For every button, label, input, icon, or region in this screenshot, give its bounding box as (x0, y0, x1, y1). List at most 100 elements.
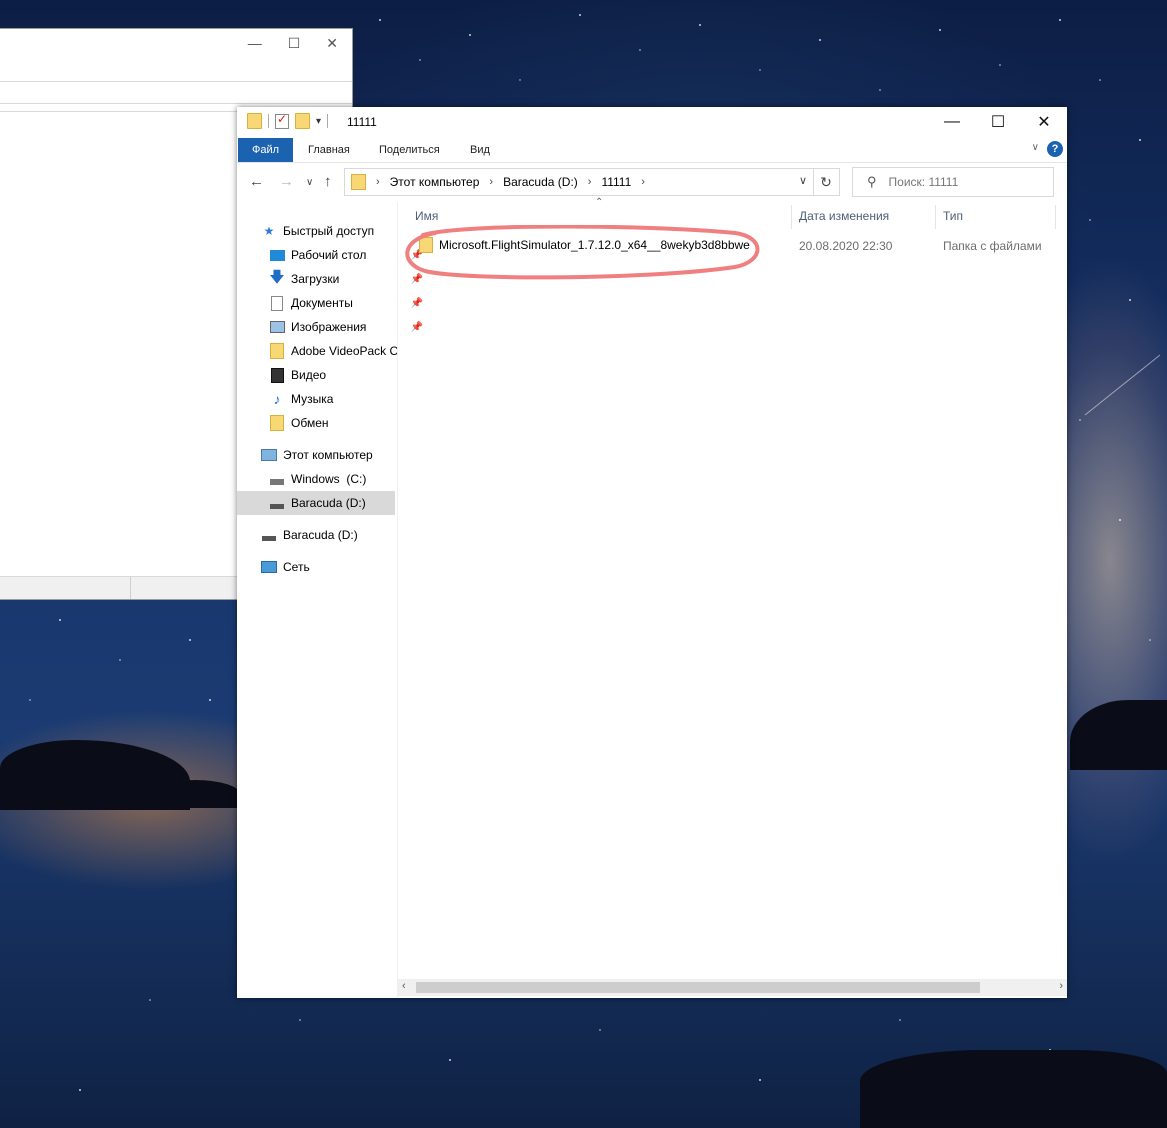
folder-icon (269, 343, 285, 359)
tab-share[interactable]: Поделиться (379, 138, 440, 162)
network-icon (261, 559, 277, 575)
chevron-right-icon[interactable]: › (376, 176, 380, 188)
up-arrow-icon[interactable]: ↑ (324, 173, 332, 190)
sidebar-item-label: Этот компьютер (283, 448, 373, 462)
folder-icon (247, 113, 262, 129)
column-name[interactable]: Имя (415, 209, 438, 223)
sidebar-item-label: Сеть (283, 560, 310, 574)
rock-bottom (860, 1050, 1167, 1128)
chevron-right-icon[interactable]: › (588, 176, 592, 188)
sidebar-item-label: Изображения (291, 320, 367, 334)
search-input[interactable] (886, 174, 1041, 190)
highlight-annotation (405, 225, 760, 280)
breadcrumb-folder[interactable]: 11111 (601, 175, 631, 189)
scroll-left-icon[interactable]: ‹ (402, 980, 406, 992)
sidebar-item-label: Музыка (291, 392, 334, 406)
sidebar-item-drive-c[interactable]: Windows (C:) (237, 467, 427, 491)
scrollbar-thumb[interactable] (416, 982, 980, 993)
search-box[interactable]: ⚲ (852, 167, 1054, 197)
ribbon-tabs: Файл Главная Поделиться Вид ∨ ? (237, 138, 1067, 163)
column-separator[interactable] (935, 205, 936, 229)
file-type: Папка с файлами (943, 239, 1042, 253)
separator (327, 114, 329, 128)
file-explorer-window[interactable]: ▾ 11111 — ☐ ✕ Файл Главная Поделиться Ви… (237, 107, 1067, 998)
desktop-icon (269, 247, 285, 263)
help-icon[interactable]: ? (1047, 141, 1063, 157)
sidebar-item-label: Adobe VideoPack C (291, 344, 397, 358)
file-date: 20.08.2020 22:30 (799, 239, 893, 253)
title-bar[interactable]: ▾ 11111 — ☐ ✕ (237, 107, 1067, 137)
sidebar-item-network[interactable]: Сеть (237, 555, 419, 579)
sidebar-item-drive-d[interactable]: Baracuda (D:) (237, 491, 395, 515)
tab-home[interactable]: Главная (308, 138, 350, 162)
customize-toolbar-icon[interactable]: ▾ (316, 116, 321, 127)
sidebar-item-music[interactable]: ♪ Музыка (237, 387, 427, 411)
maximize-button[interactable]: ☐ (975, 107, 1021, 137)
sidebar-item-label: Документы (291, 296, 353, 310)
navigation-bar: ← → ∨ ↑ › Этот компьютер › Baracuda (D:)… (237, 167, 1067, 197)
video-icon (269, 367, 285, 383)
divider (0, 81, 352, 82)
sidebar-item-label: Baracuda (D:) (291, 496, 366, 510)
folder-icon (351, 174, 366, 190)
expand-ribbon-icon[interactable]: ∨ (1032, 142, 1039, 153)
sidebar-item-this-pc[interactable]: Этот компьютер (237, 443, 419, 467)
star-icon: ★ (263, 224, 275, 238)
column-date[interactable]: Дата изменения (799, 209, 889, 223)
sidebar-item-documents[interactable]: Документы 📌 (237, 291, 427, 315)
minimize-button[interactable]: — (929, 107, 975, 137)
breadcrumb-this-pc[interactable]: Этот компьютер (390, 175, 480, 189)
pane-divider[interactable] (397, 202, 398, 998)
sidebar-item-pictures[interactable]: Изображения 📌 (237, 315, 427, 339)
tab-file[interactable]: Файл (238, 138, 293, 162)
column-separator[interactable] (791, 205, 792, 229)
new-folder-icon[interactable] (295, 113, 310, 129)
sidebar-item-label: Обмен (291, 416, 329, 430)
sidebar-item-label: Видео (291, 368, 327, 382)
window-controls[interactable]: — ☐ ✕ (929, 107, 1067, 137)
quick-access-toolbar[interactable]: ▾ (247, 112, 329, 129)
pin-icon[interactable]: 📌 (411, 322, 423, 333)
maximize-icon[interactable]: ☐ (288, 35, 301, 52)
window-title: 11111 (347, 115, 377, 129)
music-icon: ♪ (273, 391, 281, 407)
close-icon[interactable]: ✕ (326, 35, 338, 52)
minimize-icon[interactable]: — (248, 35, 262, 52)
search-icon: ⚲ (867, 174, 877, 189)
background-window-controls[interactable]: — ☐ ✕ (248, 35, 338, 52)
windows-drive-icon (269, 471, 285, 487)
properties-icon[interactable] (275, 112, 289, 129)
pin-icon[interactable]: 📌 (411, 298, 423, 309)
back-arrow-icon[interactable]: ← (249, 173, 264, 190)
sidebar-item-desktop[interactable]: Рабочий стол 📌 (237, 243, 427, 267)
sidebar-item-label: Windows (C:) (291, 472, 367, 486)
refresh-button[interactable]: ↻ (813, 168, 840, 196)
sidebar-item-drive-d-root[interactable]: Baracuda (D:) (237, 523, 419, 547)
drive-icon (261, 527, 277, 543)
address-bar[interactable]: › Этот компьютер › Baracuda (D:) › 11111… (344, 168, 814, 196)
separator (268, 114, 269, 128)
document-icon (269, 295, 285, 311)
sidebar-item-videos[interactable]: Видео (237, 363, 427, 387)
chevron-right-icon[interactable]: › (641, 176, 645, 188)
horizontal-scrollbar[interactable]: ‹ › (398, 979, 1067, 996)
breadcrumb-drive[interactable]: Baracuda (D:) (503, 175, 578, 189)
column-type[interactable]: Тип (943, 209, 963, 223)
close-button[interactable]: ✕ (1021, 107, 1067, 137)
sidebar-item-label: Baracuda (D:) (283, 528, 358, 542)
chevron-down-icon[interactable]: ∨ (799, 174, 807, 187)
column-separator[interactable] (1055, 205, 1056, 229)
recent-locations-icon[interactable]: ∨ (306, 177, 313, 188)
sidebar-item-label: Быстрый доступ (283, 224, 375, 238)
computer-icon (261, 447, 277, 463)
navigation-pane[interactable]: ★ Быстрый доступ Рабочий стол 📌 🡇 Загруз… (237, 219, 423, 979)
tab-view[interactable]: Вид (470, 138, 490, 162)
sidebar-item-exchange[interactable]: Обмен (237, 411, 427, 435)
scroll-right-icon[interactable]: › (1059, 980, 1063, 992)
sidebar-item-quick-access[interactable]: ★ Быстрый доступ (237, 219, 419, 243)
sidebar-item-adobe[interactable]: Adobe VideoPack C (237, 339, 427, 363)
folder-icon (269, 415, 285, 431)
sidebar-item-downloads[interactable]: 🡇 Загрузки 📌 (237, 267, 427, 291)
chevron-right-icon[interactable]: › (489, 176, 493, 188)
forward-arrow-icon[interactable]: → (279, 173, 294, 190)
